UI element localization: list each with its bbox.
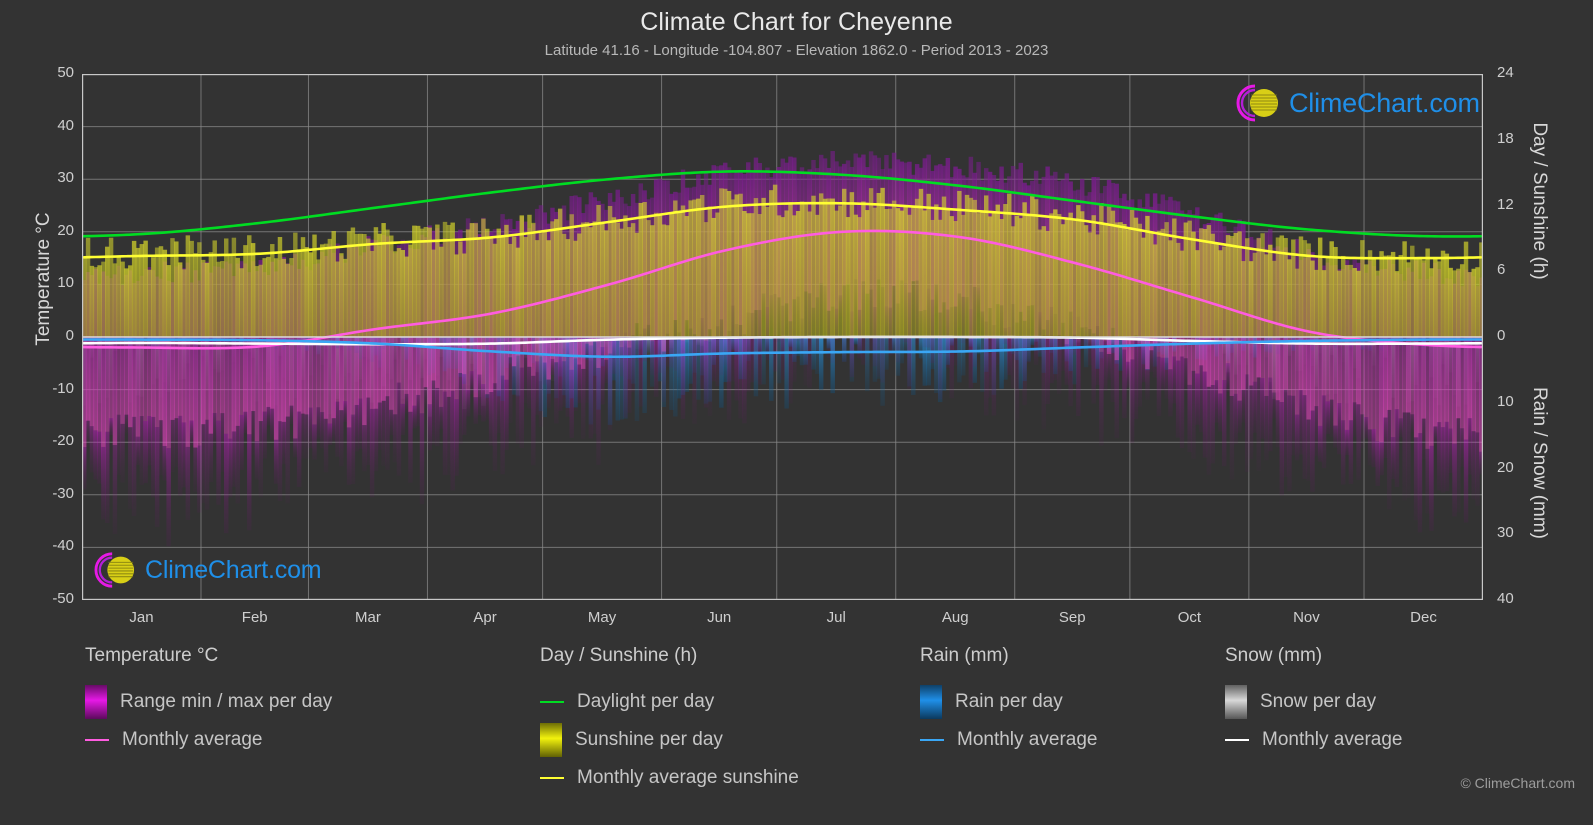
- legend-item-label: Monthly average: [122, 729, 263, 750]
- legend-item-label: Sunshine per day: [575, 729, 723, 750]
- y-axis-left-tick: -20: [52, 432, 74, 450]
- x-axis-tick: Feb: [241, 609, 268, 626]
- legend-column: Temperature °C Range min / max per day Mon…: [85, 645, 332, 759]
- legend-item: Monthly average: [1225, 721, 1402, 759]
- y-axis-left-tick: -10: [52, 379, 74, 397]
- legend-item-label: Rain per day: [955, 691, 1063, 712]
- legend-line-sample: [920, 739, 944, 741]
- chart-canvas: [82, 74, 1483, 600]
- x-axis-tick: Oct: [1177, 609, 1202, 626]
- clime-chart-logo-icon: [94, 552, 135, 588]
- legend-swatch-line: [540, 777, 564, 779]
- legend-item: Rain per day: [920, 683, 1097, 721]
- legend-item-label: Monthly average: [957, 729, 1098, 750]
- legend-column: Rain (mm) Rain per day Monthly average: [920, 645, 1097, 759]
- y-axis-right-top-tick: 0: [1497, 327, 1506, 344]
- y-axis-left-tick: 40: [57, 116, 74, 134]
- legend-swatch-gradient: [85, 685, 107, 719]
- legend-column: Snow (mm) Snow per day Monthly average: [1225, 645, 1402, 759]
- copyright-notice: © ClimeChart.com: [1460, 775, 1575, 791]
- y-axis-right-top-tick: 12: [1497, 195, 1514, 213]
- legend-item: Daylight per day: [540, 683, 799, 721]
- legend-swatch-gradient: [920, 685, 942, 719]
- legend-item-label: Monthly average sunshine: [577, 767, 799, 788]
- y-axis-left-tick: 30: [57, 169, 74, 187]
- y-axis-right-top-tick: 18: [1497, 129, 1514, 147]
- chart-plot-area: ClimeChart.com ClimeChart.com: [82, 74, 1483, 600]
- legend-item: Monthly average: [85, 721, 332, 759]
- page-subtitle: Latitude 41.16 - Longitude -104.807 - El…: [544, 42, 1049, 59]
- y-axis-right-bottom-tick: 40: [1497, 590, 1514, 607]
- y-axis-left-tick: -40: [52, 537, 74, 555]
- x-axis-tick: May: [587, 609, 617, 626]
- watermark-text: ClimeChart.com: [145, 555, 322, 584]
- legend-column: Day / Sunshine (h) Daylight per day Sunshi…: [540, 645, 799, 797]
- legend-column-title: Snow (mm): [1225, 645, 1323, 666]
- clime-chart-logo-icon: [1236, 84, 1278, 122]
- legend-line-sample: [1225, 739, 1249, 741]
- x-axis-tick: Mar: [355, 609, 381, 626]
- legend-swatch-line: [540, 701, 564, 703]
- x-axis-tick: Jan: [129, 609, 154, 626]
- climate-chart-page: Climate Chart for Cheyenne Latitude 41.1…: [0, 0, 1593, 825]
- y-axis-right-top-tick: 6: [1497, 261, 1506, 279]
- legend-item-label: Monthly average: [1262, 729, 1403, 750]
- legend-item-label: Daylight per day: [577, 691, 715, 712]
- x-axis-tick: Aug: [941, 609, 969, 626]
- legend-column-title: Rain (mm): [920, 645, 1009, 666]
- y-axis-left-tick: 10: [57, 274, 74, 292]
- watermark-logo-top: ClimeChart.com: [1234, 82, 1480, 124]
- x-axis-tick: Jun: [707, 609, 732, 626]
- x-axis-tick: Nov: [1293, 609, 1320, 626]
- watermark-text: ClimeChart.com: [1289, 87, 1480, 118]
- y-axis-right-bottom-tick: 30: [1497, 524, 1514, 542]
- y-axis-right-bottom-tick: 20: [1497, 458, 1514, 476]
- chart-frame: [82, 74, 1483, 600]
- y-axis-left-tick: -50: [52, 590, 74, 607]
- y-axis-left-tick: -30: [52, 484, 74, 502]
- legend-swatch-line: [920, 739, 944, 741]
- legend-swatch-gradient: [540, 723, 562, 757]
- legend-item-label: Snow per day: [1260, 691, 1377, 712]
- x-axis-tick: Dec: [1410, 609, 1437, 626]
- y-axis-right-bottom-tick: 10: [1497, 392, 1514, 410]
- watermark-logo-bottom: ClimeChart.com: [92, 550, 322, 590]
- legend-line-sample: [85, 739, 109, 741]
- legend-item: Sunshine per day: [540, 721, 799, 759]
- legend-line-sample: [540, 777, 564, 779]
- y-axis-right-top-tick: 24: [1497, 64, 1514, 81]
- legend-item: Range min / max per day: [85, 683, 332, 721]
- legend-column-title: Day / Sunshine (h): [540, 645, 698, 666]
- page-title: Climate Chart for Cheyenne: [640, 8, 953, 36]
- chart-legend: Temperature °C Range min / max per day Mon…: [0, 645, 1593, 805]
- legend-swatch-line: [85, 739, 109, 741]
- temperature-range-bars: [82, 151, 1483, 547]
- legend-item: Snow per day: [1225, 683, 1402, 721]
- y-axis-left-tick: 20: [57, 221, 74, 239]
- legend-swatch-gradient: [1225, 685, 1247, 719]
- x-axis-tick: Apr: [473, 609, 497, 626]
- x-axis-tick: Sep: [1058, 609, 1086, 626]
- legend-item-label: Range min / max per day: [120, 691, 333, 712]
- legend-column-title: Temperature °C: [85, 645, 219, 666]
- legend-item: Monthly average: [920, 721, 1097, 759]
- y-axis-left-tick: 0: [65, 327, 74, 344]
- x-axis-tick: Jul: [826, 609, 846, 626]
- legend-line-sample: [540, 701, 564, 703]
- legend-item: Monthly average sunshine: [540, 759, 799, 797]
- legend-swatch-line: [1225, 739, 1249, 741]
- y-axis-left-tick: 50: [57, 64, 74, 81]
